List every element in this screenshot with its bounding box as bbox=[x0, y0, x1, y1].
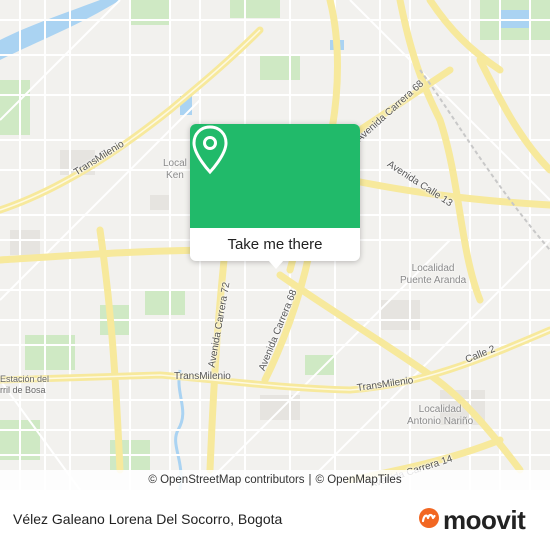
popup-pointer bbox=[268, 260, 284, 269]
osm-attribution-link[interactable]: © OpenStreetMap contributors bbox=[148, 474, 304, 486]
kennedy-line2: Ken bbox=[166, 170, 184, 181]
puente-aranda-line2: Puente Aranda bbox=[400, 275, 467, 286]
destination-title: Vélez Galeano Lorena Del Socorro, Bogota bbox=[13, 511, 283, 527]
antonio-narino-line2: Antonio Nariño bbox=[407, 416, 474, 427]
kennedy-line1: Local bbox=[163, 158, 187, 169]
take-me-there-button[interactable]: Take me there bbox=[190, 228, 360, 261]
map-view[interactable]: TransMilenio Avenida Carrera 68 Avenida … bbox=[0, 0, 550, 490]
popup-header bbox=[190, 124, 360, 228]
map-attribution: © OpenStreetMap contributors | © OpenMap… bbox=[0, 470, 550, 490]
localidad-puente-aranda-label: Localidad Puente Aranda bbox=[400, 263, 466, 287]
moovit-logo[interactable]: moovit bbox=[418, 504, 526, 535]
attribution-separator: | bbox=[308, 474, 312, 486]
moovit-logo-text: moovit bbox=[443, 504, 526, 535]
estacion-bosa-label: Estación del rril de Bosa bbox=[0, 374, 49, 396]
omt-attribution-link[interactable]: © OpenMapTiles bbox=[316, 474, 402, 486]
bosa-line2: rril de Bosa bbox=[0, 385, 46, 395]
moovit-logo-icon bbox=[418, 507, 440, 534]
transmilenio-label-s1: TransMilenio bbox=[174, 371, 231, 382]
localidad-antonio-narino-label: Localidad Antonio Nariño bbox=[407, 404, 473, 428]
antonio-narino-line1: Localidad bbox=[418, 404, 462, 415]
localidad-kennedy-label: Local Ken bbox=[163, 158, 187, 182]
puente-aranda-line1: Localidad bbox=[411, 263, 455, 274]
bosa-line1: Estación del bbox=[0, 374, 50, 384]
destination-popup: Take me there bbox=[190, 124, 360, 269]
